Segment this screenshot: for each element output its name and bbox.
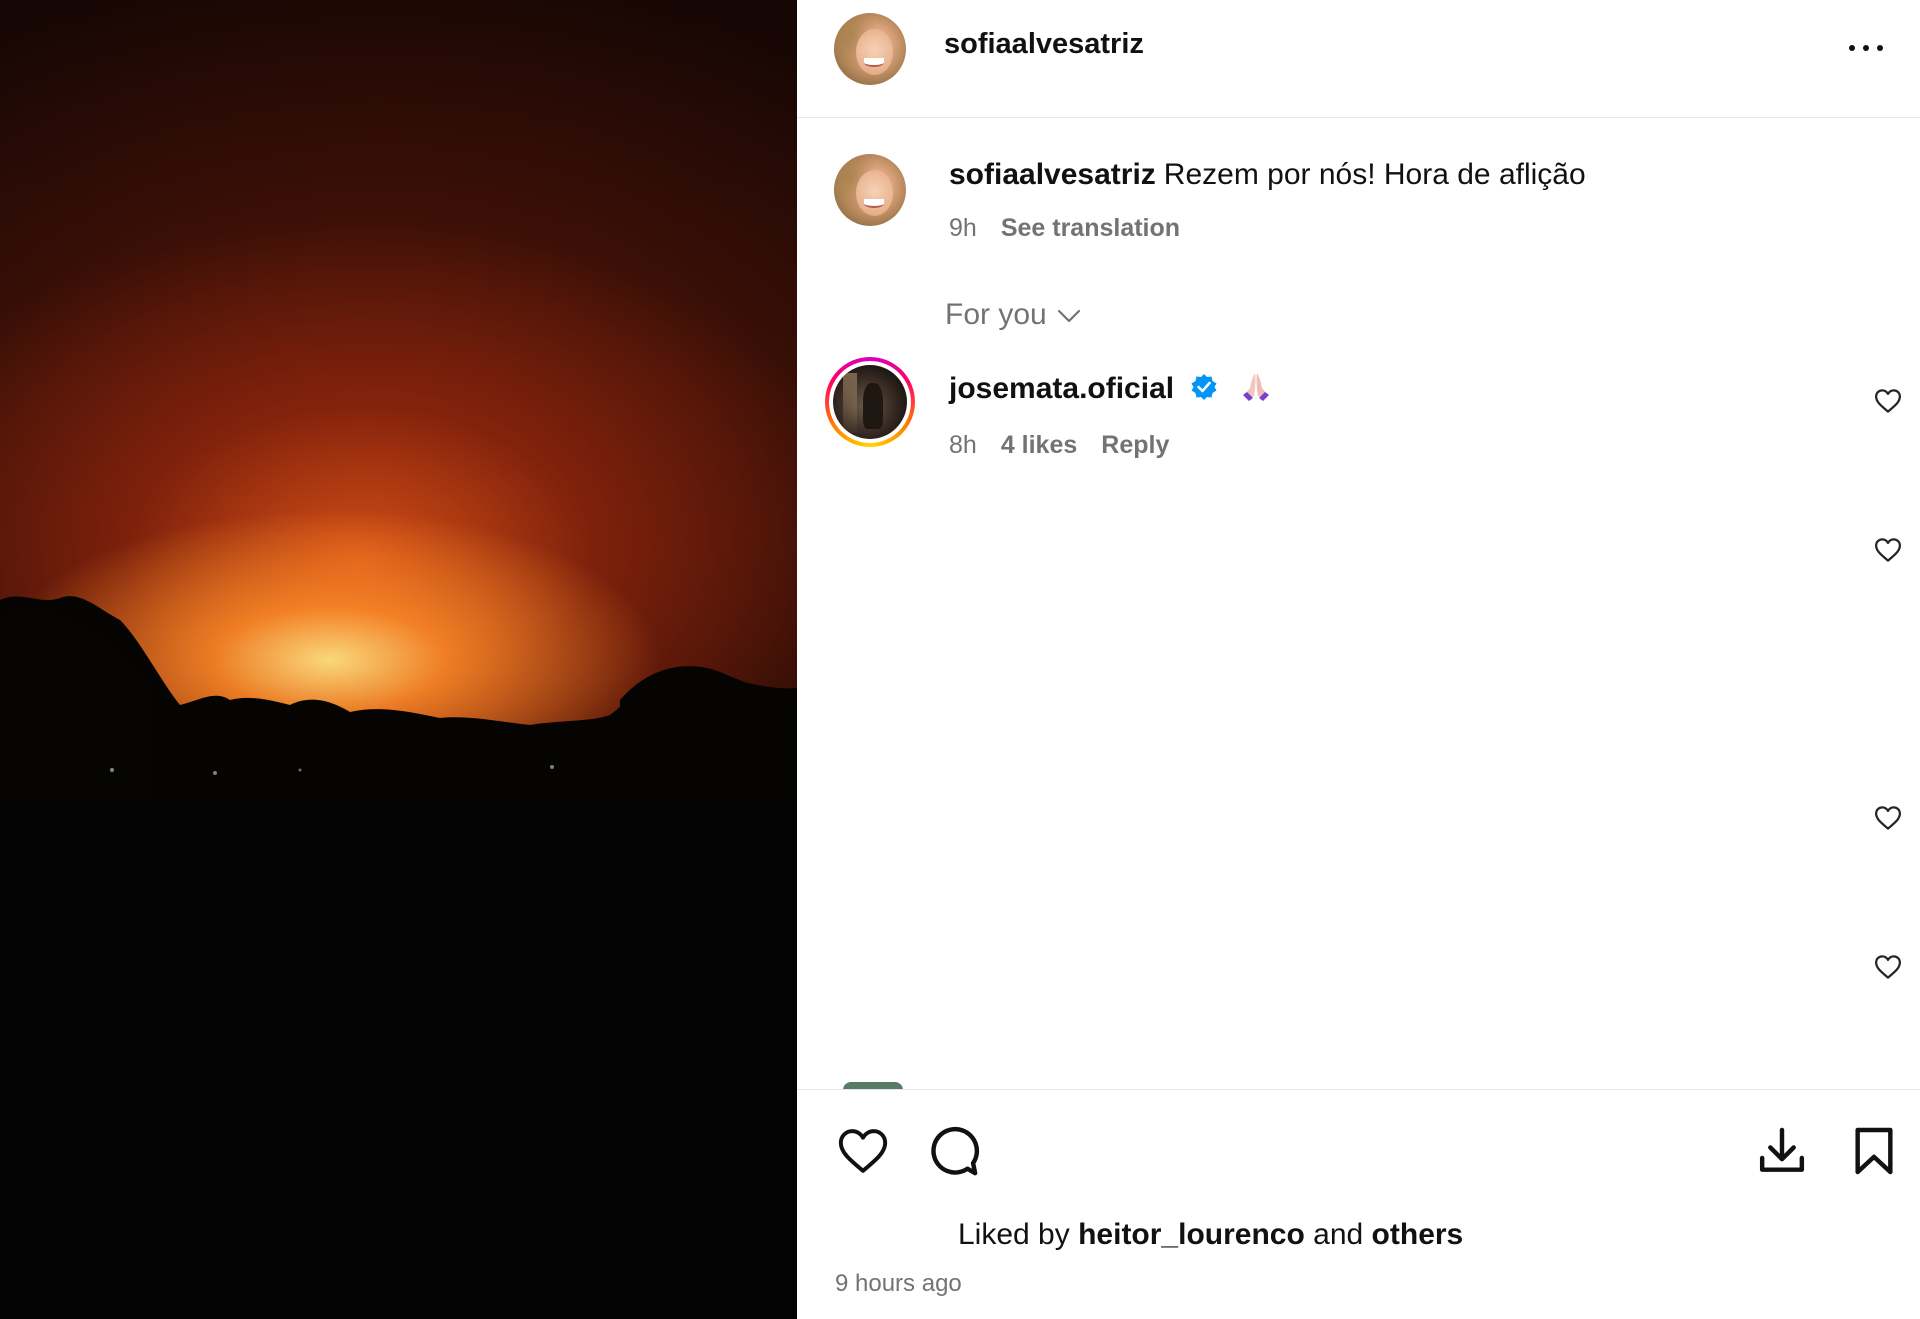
author-avatar[interactable] xyxy=(834,13,906,85)
download-icon[interactable] xyxy=(1754,1123,1810,1179)
more-options-button[interactable] xyxy=(1846,30,1896,66)
more-horizontal-icon xyxy=(1863,45,1869,51)
caption-author-avatar[interactable] xyxy=(834,154,906,226)
post-timestamp[interactable]: 9 hours ago xyxy=(835,1270,962,1298)
pray-emoji xyxy=(1242,373,1269,401)
comments-sort-dropdown[interactable]: For you xyxy=(945,298,1081,332)
see-translation-link[interactable]: See translation xyxy=(1001,214,1180,242)
comment-likes[interactable]: 4 likes xyxy=(1001,431,1077,459)
treeline-silhouette xyxy=(0,596,797,1319)
comment-meta: 8h 4 likes Reply xyxy=(949,431,1169,460)
post-header: sofiaalvesatriz xyxy=(797,0,1920,118)
comment: josemata.oficial xyxy=(949,370,1273,406)
more-horizontal-icon xyxy=(1849,45,1855,51)
comment-icon[interactable] xyxy=(925,1123,981,1179)
liked-by-text: Liked by heitor_lourenco and others xyxy=(958,1218,1463,1252)
comment-like-heart-icon[interactable] xyxy=(1873,386,1903,416)
comments-sort-label: For you xyxy=(945,298,1047,331)
verified-badge-icon xyxy=(1191,374,1217,400)
chevron-down-icon xyxy=(1057,309,1080,323)
caption-text: Rezem por nós! Hora de aflição xyxy=(1163,158,1586,191)
instagram-post-modal: sofiaalvesatriz sofiaalvesatriz Rezem por… xyxy=(0,0,1920,1319)
heart-icon[interactable] xyxy=(835,1123,891,1179)
more-horizontal-icon xyxy=(1877,45,1883,51)
caption-username[interactable]: sofiaalvesatriz xyxy=(949,158,1156,191)
commenter-avatar[interactable] xyxy=(825,357,915,447)
action-bar: Liked by heitor_lourenco and others 9 ho… xyxy=(797,1089,1920,1319)
comment-like-heart-icon[interactable] xyxy=(1873,803,1903,833)
comment-reply-button[interactable]: Reply xyxy=(1101,431,1169,459)
bookmark-icon[interactable] xyxy=(1846,1123,1902,1179)
caption-meta: 9h See translation xyxy=(949,214,1180,243)
liked-by-prefix: Liked by xyxy=(958,1218,1070,1251)
comment-username[interactable]: josemata.oficial xyxy=(949,372,1174,405)
post-image[interactable] xyxy=(0,0,797,1319)
liked-by-user[interactable]: heitor_lourenco xyxy=(1078,1218,1305,1251)
comment-like-heart-icon[interactable] xyxy=(1873,952,1903,982)
caption: sofiaalvesatriz Rezem por nós! Hora de af… xyxy=(949,158,1586,192)
author-username[interactable]: sofiaalvesatriz xyxy=(944,28,1144,61)
comment-time: 8h xyxy=(949,431,977,459)
comment-like-heart-icon[interactable] xyxy=(1873,535,1903,565)
liked-by-connector: and xyxy=(1313,1218,1364,1251)
post-details-panel: sofiaalvesatriz sofiaalvesatriz Rezem por… xyxy=(797,0,1920,1319)
caption-time: 9h xyxy=(949,214,977,242)
liked-by-others[interactable]: others xyxy=(1372,1218,1464,1251)
